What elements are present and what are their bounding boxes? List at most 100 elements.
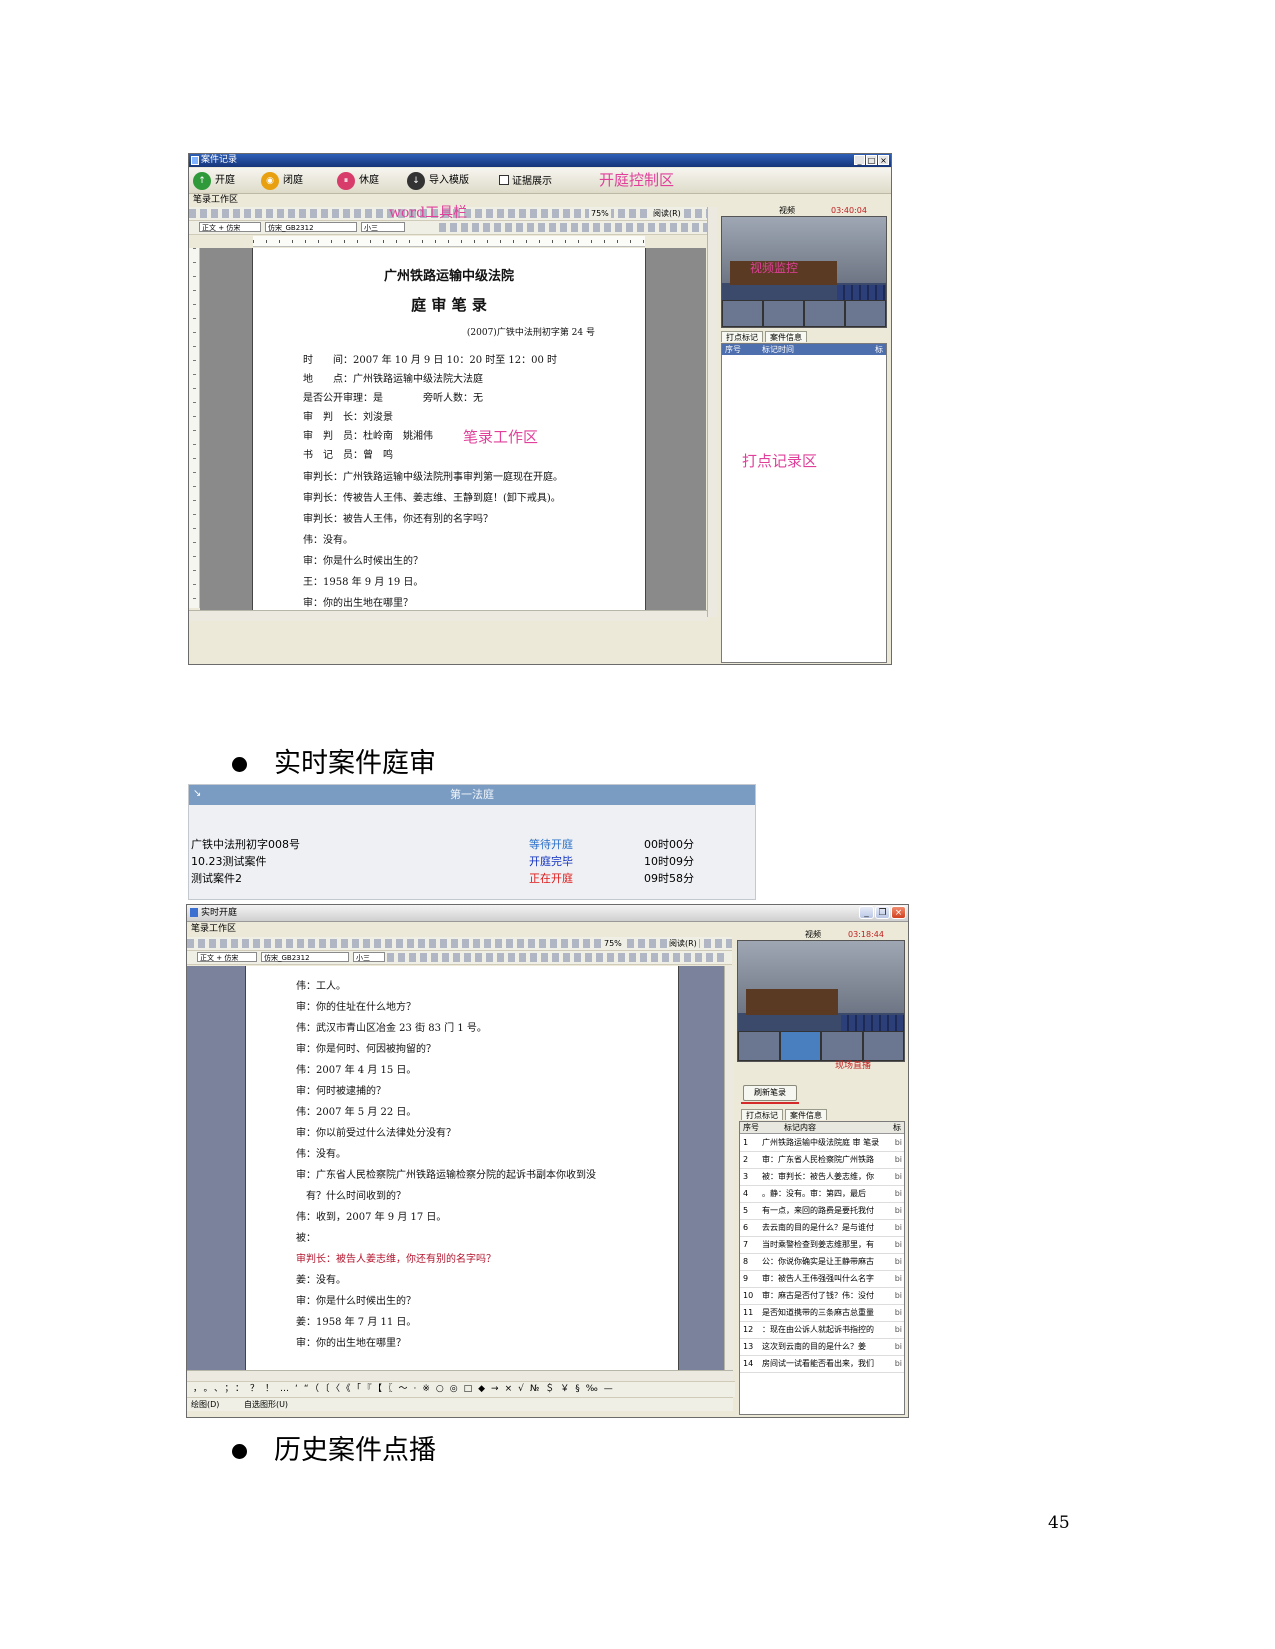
court-title: 第一法庭 <box>189 785 755 805</box>
doc-line: 审：你是何时、何因被拘留的？ <box>296 1044 436 1055</box>
doc-line: 时 间：2007 年 10 月 9 日 10：20 时至 12：00 时 <box>303 355 558 366</box>
doc-line: 审：何时被逮捕的？ <box>296 1086 386 1097</box>
recess-icon: ⏸ <box>337 172 355 190</box>
doc-line: 伟：收到，2007 年 9 月 17 日。 <box>296 1212 447 1223</box>
video-feed[interactable] <box>737 940 905 1062</box>
document-page[interactable]: 广州铁路运输中级法院 庭 审 笔 录 (2007)广铁中法刑初字第 24 号 时… <box>252 248 646 610</box>
document-horizontal-scrollbar[interactable] <box>187 1370 733 1381</box>
control-area-label: 开庭控制区 <box>599 171 675 189</box>
case-row[interactable]: 10.23测试案件 开庭完毕 10时09分 <box>189 853 755 870</box>
draw-menu[interactable]: 绘图(D) <box>191 1400 219 1409</box>
read-button[interactable]: 阅读(R) <box>651 207 683 220</box>
marker-list[interactable]: 序号 标记内容 标 1 广州铁路运输中级法院庭 审 笔录 bi 2 审：广东省人民检察… <box>739 1121 905 1415</box>
marker-row[interactable]: 6 去云南的目的是什么？是与谁付 bi <box>740 1219 904 1237</box>
video-feed[interactable]: 视频监控 <box>721 216 887 328</box>
doc-line: 是否公开审理：是 旁听人数：无 <box>303 393 483 404</box>
marker-area-label: 打点记录区 <box>742 452 818 470</box>
marker-row[interactable]: 10 审：麻古是否付了钱？伟：没付 bi <box>740 1287 904 1305</box>
drawing-toolbar[interactable]: 绘图(D) 自选图形(U) <box>187 1397 733 1411</box>
evidence-display-checkbox[interactable]: 证据展示 <box>499 175 552 188</box>
panel-tabs: 打点标记 案件信息 <box>741 1109 827 1120</box>
tab-case-info[interactable]: 案件信息 <box>785 1109 827 1120</box>
collapse-icon[interactable]: ↘ <box>193 789 203 799</box>
font-select[interactable]: 仿宋_GB2312 <box>261 952 349 962</box>
app-icon <box>190 908 198 917</box>
open-court-button[interactable]: ↑ 开庭 <box>193 172 235 190</box>
restore-button[interactable]: ❐ <box>875 906 890 919</box>
doc-line: 审判长：传被告人王伟、姜志维、王静到庭！(卸下戒具)。 <box>303 493 561 504</box>
font-select[interactable]: 仿宋_GB2312 <box>265 222 357 232</box>
close-court-button[interactable]: ◉ 闭庭 <box>261 172 303 190</box>
doc-line: 伟：工人。 <box>296 981 346 992</box>
marker-row[interactable]: 1 广州铁路运输中级法院庭 审 笔录 bi <box>740 1134 904 1152</box>
minimize-button[interactable]: _ <box>859 906 874 919</box>
style-select[interactable]: 正文 + 仿宋 <box>197 952 257 962</box>
case-number: (2007)广铁中法刑初字第 24 号 <box>466 328 595 338</box>
marker-row[interactable]: 13 这次到云南的目的是什么？姜 bi <box>740 1338 904 1356</box>
doc-line: 审判长：广州铁路运输中级法院刑事审判第一庭现在开庭。 <box>303 472 563 483</box>
window-titlebar: 案件记录 _ □ × <box>189 154 891 167</box>
app-icon <box>191 156 199 165</box>
zoom-select[interactable]: 75% <box>589 207 611 220</box>
case-row[interactable]: 测试案件2 正在开庭 09时58分 <box>189 870 755 887</box>
doc-line: 地 点：广州铁路运输中级法院大法庭 <box>303 374 483 385</box>
close-button[interactable]: × <box>891 906 906 919</box>
marker-row[interactable]: 7 当时乘警检查到姜志维那里，有 bi <box>740 1236 904 1254</box>
import-template-button[interactable]: ↓ 导入模版 <box>407 172 469 190</box>
autoshape-menu[interactable]: 自选图形(U) <box>244 1400 288 1409</box>
vertical-ruler <box>189 248 200 608</box>
close-court-icon: ◉ <box>261 172 279 190</box>
live-label: 现场直播 <box>835 1061 872 1071</box>
tab-markers[interactable]: 打点标记 <box>721 331 763 342</box>
doc-title: 庭 审 笔 录 <box>411 296 487 314</box>
document-vertical-scrollbar[interactable] <box>707 207 717 617</box>
page-number: 45 <box>1048 1513 1070 1533</box>
tab-case-info[interactable]: 案件信息 <box>765 331 807 342</box>
video-overlay-label: 视频监控 <box>750 261 799 275</box>
video-time: 03:18:44 <box>848 930 884 939</box>
doc-line: 被： <box>296 1233 316 1244</box>
style-select[interactable]: 正文 + 仿宋 <box>199 222 261 232</box>
marker-row[interactable]: 8 公：你说你确实是让王静带麻古 bi <box>740 1253 904 1271</box>
case-row[interactable]: 广铁中法刑初字008号 等待开庭 00时00分 <box>189 836 755 853</box>
refresh-transcript-button[interactable]: 刷新笔录 <box>743 1085 797 1101</box>
word-standard-toolbar[interactable]: 75% 阅读(R) <box>187 937 732 951</box>
minimize-button[interactable]: _ <box>854 155 865 165</box>
zoom-select[interactable]: 75% <box>602 937 624 950</box>
toolbar-icons[interactable] <box>187 939 732 948</box>
marker-row[interactable]: 11 是否知道携带的三条麻古总重量 bi <box>740 1304 904 1322</box>
marker-row[interactable]: 5 有一点，来回的路费是要托我付 bi <box>740 1202 904 1220</box>
bullet-dot-icon <box>232 1444 247 1459</box>
symbol-toolbar[interactable]: ，。、；：？！…‘“（〔〈《「『【〖～·※○◎□◆→×√№＄￥§‰— <box>187 1381 739 1397</box>
maximize-button[interactable]: □ <box>866 155 877 165</box>
document-horizontal-scrollbar[interactable] <box>189 610 707 621</box>
document-page[interactable]: 伟：工人。 审：你的住址在什么地方？ 伟：武汉市青山区冶金 23 街 83 门 … <box>245 966 679 1370</box>
format-icons[interactable] <box>439 223 709 232</box>
size-select[interactable]: 小三 <box>361 222 405 232</box>
court-status-panel: 第一法庭 ↘ 广铁中法刑初字008号 等待开庭 00时00分 10.23测试案件… <box>188 784 756 900</box>
case-status: 等待开庭 <box>529 838 573 851</box>
case-status: 开庭完毕 <box>529 855 573 868</box>
document-vertical-scrollbar[interactable] <box>724 966 734 1370</box>
marker-row[interactable]: 9 审：被告人王伟强强叫什么名字 bi <box>740 1270 904 1288</box>
marker-row[interactable]: 4 。静：没有。审：第四，最后 bi <box>740 1185 904 1203</box>
marker-row[interactable]: 12 ：现在由公诉人就起诉书指控的 bi <box>740 1321 904 1339</box>
import-template-icon: ↓ <box>407 172 425 190</box>
format-icons[interactable] <box>387 953 727 962</box>
close-button[interactable]: × <box>878 155 889 165</box>
marker-row[interactable]: 3 被：审判长：被告人姜志维，你 bi <box>740 1168 904 1186</box>
tab-markers[interactable]: 打点标记 <box>741 1109 783 1120</box>
marker-list[interactable]: 序号 标记时间 标 打点记录区 <box>721 343 887 663</box>
read-button[interactable]: 阅读(R) <box>667 937 699 950</box>
marker-row[interactable]: 14 房间试一试看能否看出来，我们 bi <box>740 1355 904 1373</box>
video-thumbnails[interactable] <box>722 299 886 327</box>
word-format-toolbar[interactable]: 正文 + 仿宋 仿宋_GB2312 小三 <box>187 951 732 965</box>
workarea-caption: 笔录工作区 <box>191 924 237 934</box>
word-format-toolbar[interactable]: 正文 + 仿宋 仿宋_GB2312 小三 <box>189 221 717 235</box>
size-select[interactable]: 小三 <box>353 952 385 962</box>
video-thumbnails[interactable] <box>738 1031 904 1061</box>
workarea-caption: 笔录工作区 <box>193 195 239 205</box>
case-record-window: 案件记录 _ □ × ↑ 开庭 ◉ 闭庭 ⏸ 休庭 ↓ 导入模版 证据展示 开庭… <box>188 153 892 665</box>
marker-row[interactable]: 2 审：广东省人民检察院广州铁路 bi <box>740 1151 904 1169</box>
recess-button[interactable]: ⏸ 休庭 <box>337 172 379 190</box>
